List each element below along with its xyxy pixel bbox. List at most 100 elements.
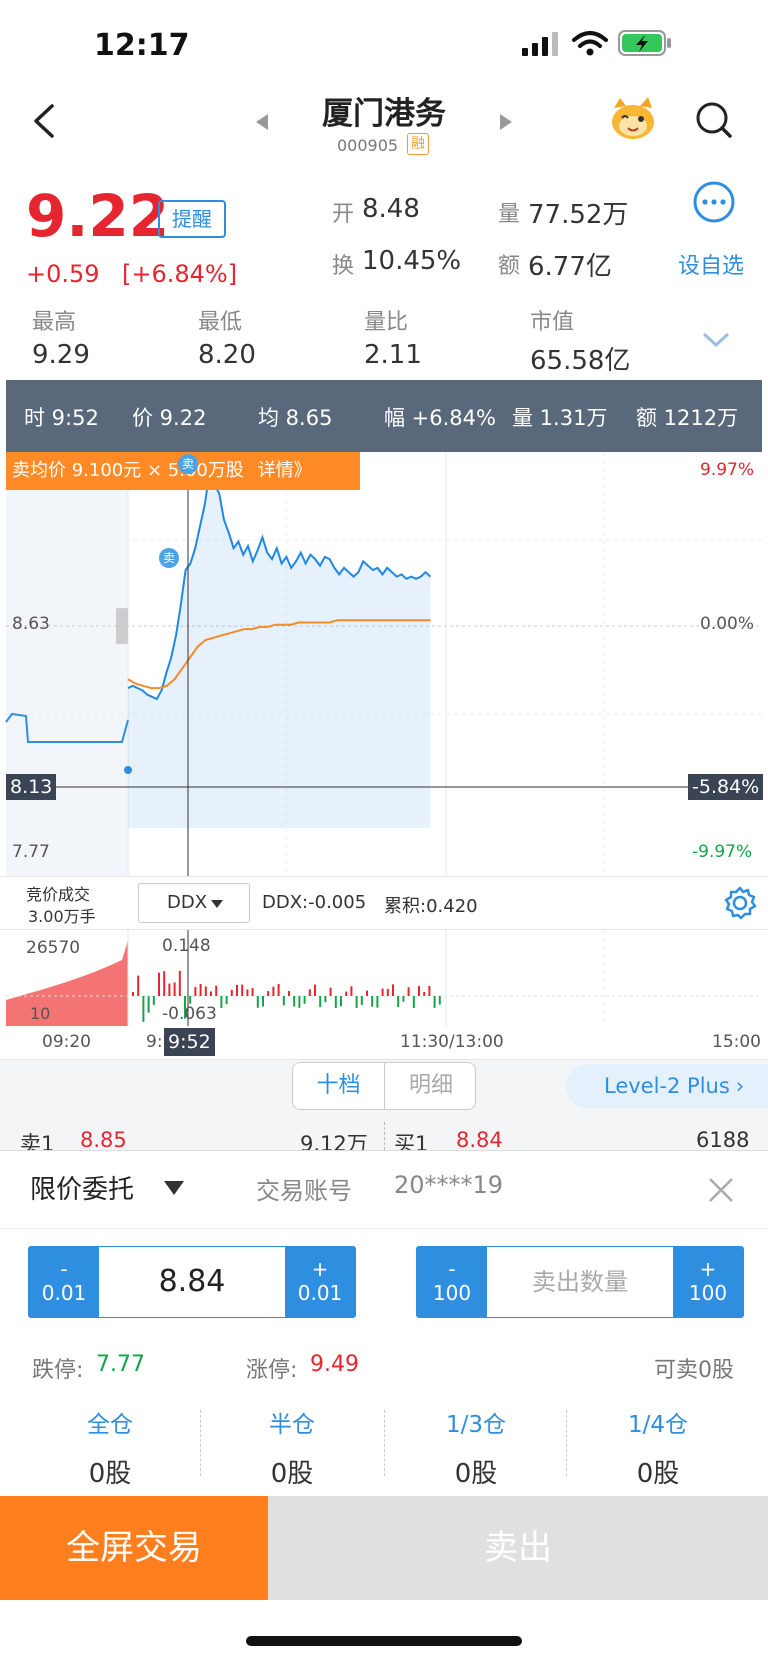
- buy1-price: 8.84: [456, 1128, 503, 1152]
- home-indicator[interactable]: [246, 1636, 522, 1646]
- cursor-time-label: 9:52: [164, 1028, 215, 1056]
- limit-down-value: 7.77: [96, 1352, 145, 1377]
- account-label: 交易账号: [256, 1177, 352, 1205]
- high-label: 最高: [32, 310, 77, 335]
- x-label-open: 9:: [146, 1032, 163, 1052]
- collapse-handle[interactable]: [116, 608, 128, 644]
- intraday-chart[interactable]: 卖均价 9.100元 × 5.00万股 详情》 卖 卖 8.63 7.77 9.…: [0, 452, 768, 876]
- y-tick-right-high: 9.97%: [700, 460, 755, 480]
- ddx-bar: [220, 996, 223, 1008]
- chevron-right-icon: ›: [735, 1074, 745, 1098]
- position-third[interactable]: 1/3仓 0股: [386, 1405, 566, 1490]
- tab-details[interactable]: 明细: [385, 1063, 477, 1109]
- volume-value: 77.52万: [528, 200, 629, 230]
- indicator-select[interactable]: DDX: [138, 883, 250, 923]
- mascot-icon[interactable]: [608, 94, 658, 142]
- sell-marker-top[interactable]: 卖: [178, 454, 198, 474]
- ddx-bar: [366, 990, 368, 996]
- order-type-dropdown-icon[interactable]: [164, 1181, 184, 1195]
- stock-code: 000905: [337, 136, 399, 155]
- info-range: 幅 +6.84%: [384, 406, 496, 430]
- amount-label: 额: [498, 254, 521, 279]
- ddx-bar: [236, 984, 238, 996]
- position-half[interactable]: 半仓 0股: [202, 1405, 382, 1490]
- level2-button[interactable]: Level-2 Plus ›: [566, 1064, 768, 1108]
- ddx-bar: [132, 992, 134, 996]
- ddx-bar: [392, 984, 394, 996]
- close-icon[interactable]: [708, 1177, 734, 1203]
- y-tick-left-low: 7.77: [12, 842, 50, 862]
- info-avg: 均 8.65: [258, 406, 333, 430]
- ddx-bar: [225, 996, 228, 1005]
- position-full[interactable]: 全仓 0股: [20, 1405, 200, 1490]
- bottom-actions: 全屏交易 卖出: [0, 1496, 768, 1600]
- qty-decrease-button[interactable]: -100: [417, 1247, 487, 1317]
- ddx-bar: [277, 984, 280, 996]
- price-input[interactable]: 8.84: [99, 1247, 285, 1317]
- sellable-qty: 可卖0股: [654, 1358, 734, 1383]
- y-tick-left-mid: 8.63: [12, 614, 50, 634]
- ddx-bar: [355, 996, 358, 1008]
- quantity-input[interactable]: 卖出数量: [487, 1247, 673, 1317]
- ddx-bar: [340, 996, 342, 1007]
- ddx-bar: [246, 989, 249, 996]
- ddx-bar: [433, 996, 436, 1008]
- next-stock-icon[interactable]: [498, 112, 514, 132]
- buy1-volume: 6188: [696, 1128, 750, 1152]
- search-icon[interactable]: [694, 100, 734, 140]
- limit-up-label: 涨停:: [246, 1358, 298, 1383]
- ddx-bar: [407, 987, 410, 996]
- ddx-bar: [350, 986, 353, 996]
- prev-stock-icon[interactable]: [254, 112, 270, 132]
- price-increase-button[interactable]: +0.01: [285, 1247, 355, 1317]
- x-label-close: 15:00: [712, 1032, 761, 1052]
- sell-button[interactable]: 卖出: [268, 1496, 768, 1600]
- ddx-cum-value: 累积:0.420: [384, 896, 478, 917]
- ddx-bar: [360, 996, 363, 1005]
- cursor-price-label: 8.13: [6, 774, 57, 800]
- ddx-bar: [282, 996, 285, 1006]
- vol-ratio-value: 2.11: [364, 340, 422, 370]
- depth-tabs-row: 十档 明细 Level-2 Plus › 卖1 8.85 9.12万 买1 8.8…: [0, 1060, 768, 1156]
- fullscreen-trade-button[interactable]: 全屏交易: [0, 1496, 268, 1600]
- ddx-bar: [345, 991, 348, 996]
- position-quarter[interactable]: 1/4仓 0股: [568, 1405, 748, 1490]
- price-decrease-button[interactable]: -0.01: [29, 1247, 99, 1317]
- sell-marker[interactable]: 卖: [159, 548, 179, 568]
- info-price: 价 9.22: [132, 406, 207, 430]
- settings-gear-icon[interactable]: [722, 885, 758, 921]
- ddx-bar: [288, 991, 290, 996]
- limit-up-value: 9.49: [310, 1352, 359, 1377]
- quote-panel: 9.22 提醒 +0.59 [+6.84%] 开 8.48 量 77.52万 换…: [0, 181, 768, 380]
- remind-button[interactable]: 提醒: [158, 200, 226, 238]
- order-type-select[interactable]: 限价委托: [30, 1169, 134, 1206]
- ddx-bar: [215, 985, 218, 996]
- vol-ratio-label: 量比: [364, 310, 409, 335]
- ddx-bar: [147, 996, 150, 1013]
- more-icon[interactable]: [692, 180, 736, 224]
- turnover-value: 10.45%: [362, 246, 462, 276]
- last-price: 9.22: [26, 182, 170, 250]
- ddx-bar: [418, 986, 420, 996]
- wifi-icon: [572, 31, 608, 56]
- ddx-bar: [371, 996, 374, 1007]
- mkt-cap-value: 65.58亿: [530, 346, 631, 376]
- ddx-bar: [267, 991, 270, 996]
- status-bar: 12:17: [0, 0, 768, 88]
- sell-banner-text: 卖均价 9.100元 × 5.00万股: [12, 460, 244, 481]
- expand-chevron-icon[interactable]: [702, 332, 730, 348]
- open-value: 8.48: [362, 194, 420, 224]
- qty-increase-button[interactable]: +100: [673, 1247, 743, 1317]
- ddx-bar: [298, 996, 301, 1008]
- turnover-label: 换: [332, 254, 355, 279]
- ddx-bar: [256, 996, 259, 1008]
- tab-ten-levels[interactable]: 十档: [293, 1063, 385, 1109]
- ddx-bar: [376, 996, 379, 1008]
- add-watchlist-button[interactable]: 设自选: [678, 248, 744, 280]
- sell-banner-link[interactable]: 详情》: [258, 460, 312, 481]
- price-change-pct: [+6.84%]: [122, 260, 238, 288]
- back-icon[interactable]: [30, 104, 60, 138]
- info-time: 时 9:52: [24, 406, 99, 430]
- limit-down-label: 跌停:: [32, 1358, 84, 1383]
- y-tick-right-mid: 0.00%: [700, 614, 755, 634]
